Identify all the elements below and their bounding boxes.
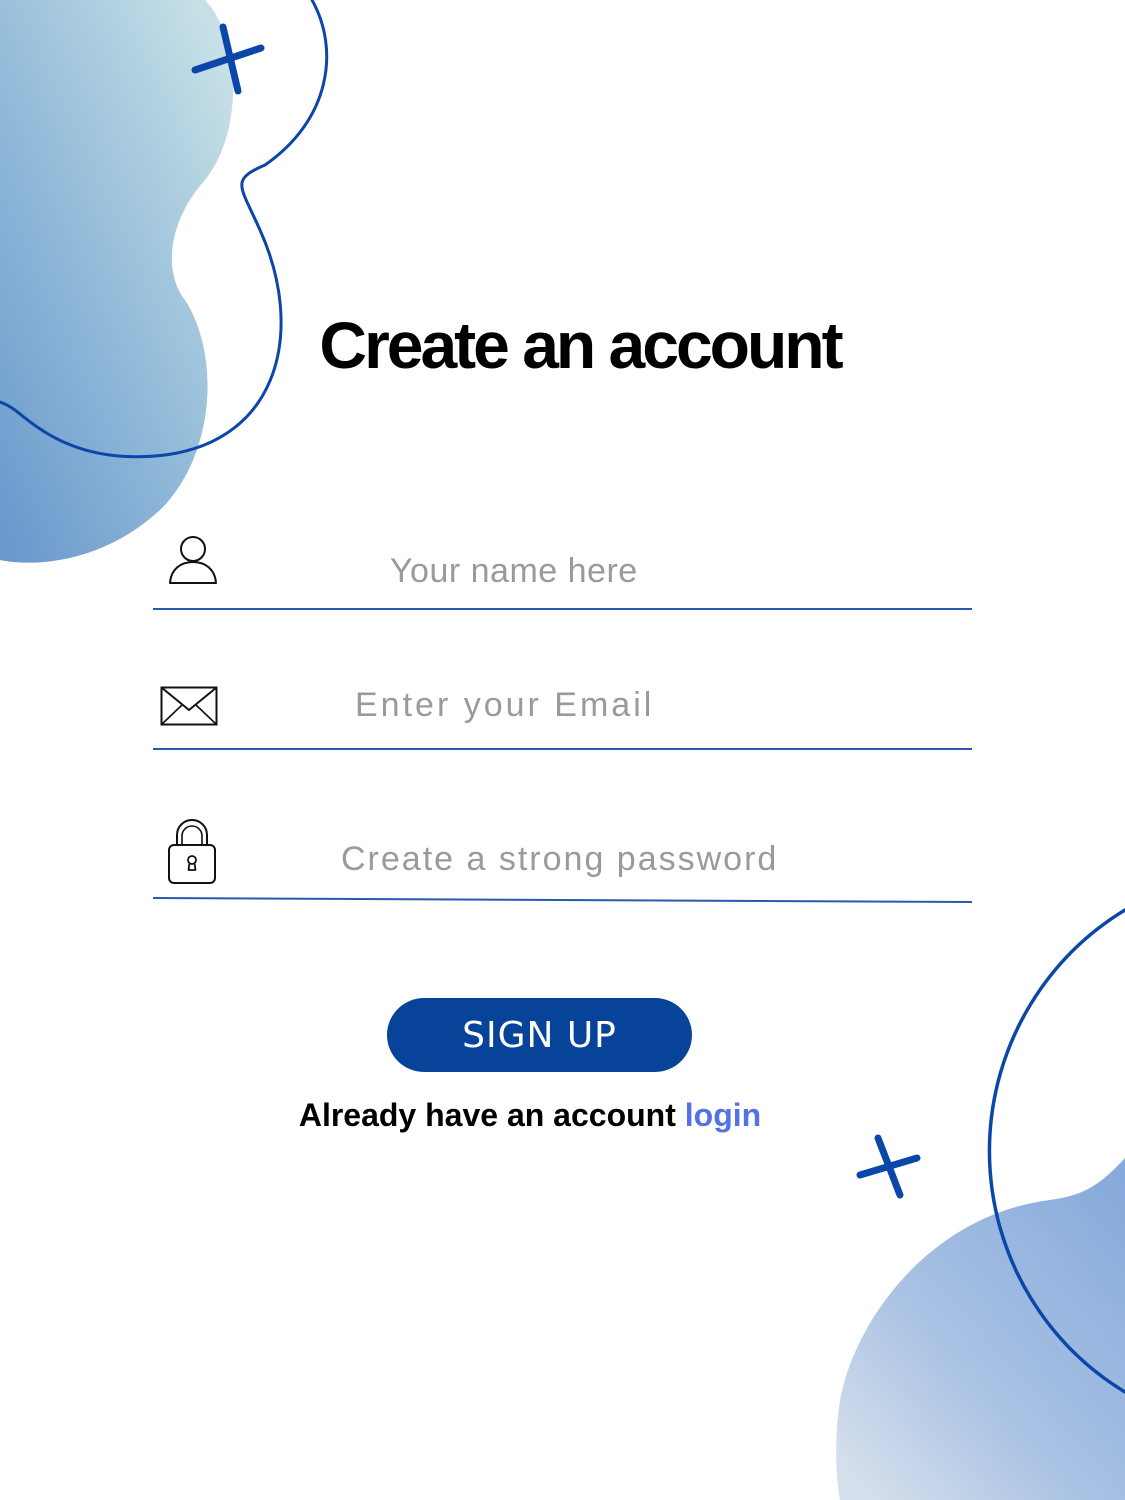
login-prompt: Already have an account login: [230, 1095, 830, 1135]
sign-up-button[interactable]: SIGN UP: [387, 998, 692, 1072]
login-prompt-text: Already have an account: [298, 1097, 676, 1133]
name-input[interactable]: [390, 549, 950, 593]
top-left-blob: [0, 0, 234, 563]
password-field: [152, 815, 972, 910]
name-underline: [153, 608, 972, 610]
bottom-right-blob: [836, 1158, 1125, 1500]
email-underline: [153, 748, 972, 750]
page-title: Create an account: [319, 308, 843, 382]
password-underline: [152, 897, 972, 903]
email-input[interactable]: [355, 683, 955, 727]
lock-icon: [166, 817, 218, 890]
envelope-icon: [160, 686, 218, 731]
name-field: [153, 525, 972, 615]
bottom-right-plus-icon: [856, 1134, 921, 1199]
password-input[interactable]: [341, 837, 961, 881]
email-field: [153, 665, 972, 755]
user-icon: [167, 531, 219, 590]
login-link[interactable]: login: [685, 1097, 761, 1133]
signup-page: Create an account Your name here Enter y…: [0, 0, 1125, 1500]
